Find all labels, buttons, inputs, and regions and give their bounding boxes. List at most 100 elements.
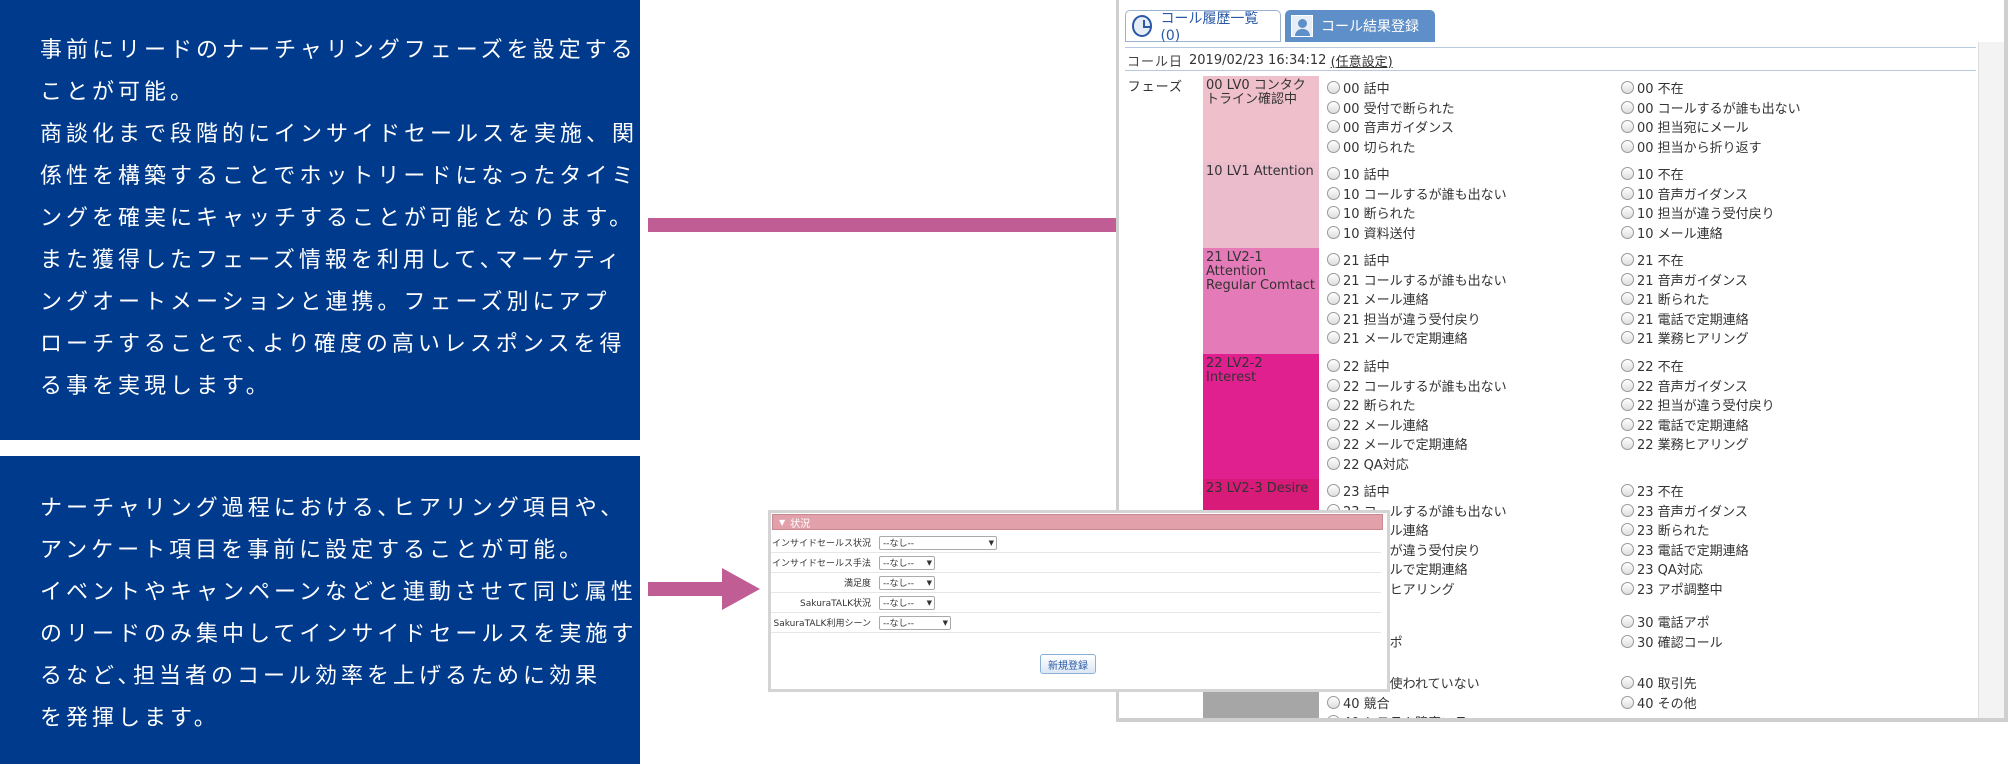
radio-button-icon[interactable] xyxy=(1621,398,1634,412)
radio-button-icon[interactable] xyxy=(1327,225,1340,239)
radio-button-icon[interactable] xyxy=(1621,186,1634,200)
phase-radio-option[interactable]: 00 切られた xyxy=(1327,137,1455,157)
phase-radio-option[interactable]: 21 電話で定期連絡 xyxy=(1621,309,1749,329)
phase-radio-option[interactable]: 10 音声ガイダンス xyxy=(1621,184,1775,204)
radio-button-icon[interactable] xyxy=(1621,100,1634,114)
radio-button-icon[interactable] xyxy=(1327,456,1340,470)
radio-button-icon[interactable] xyxy=(1621,484,1634,498)
phase-radio-option[interactable]: 00 担当宛にメール xyxy=(1621,117,1801,137)
phase-radio-option[interactable]: 21 断られた xyxy=(1621,289,1749,309)
phase-radio-option[interactable]: 22 音声ガイダンス xyxy=(1621,376,1775,396)
radio-button-icon[interactable] xyxy=(1621,523,1634,537)
phase-radio-option[interactable]: 22 担当が違う受付戻り xyxy=(1621,395,1775,415)
radio-button-icon[interactable] xyxy=(1327,253,1340,267)
phase-radio-option[interactable]: 00 話中 xyxy=(1327,78,1455,98)
phase-radio-option[interactable]: 23 アポ調整中 xyxy=(1621,579,1749,599)
radio-button-icon[interactable] xyxy=(1621,120,1634,134)
phase-radio-option[interactable]: 23 音声ガイダンス xyxy=(1621,501,1749,521)
scrollbar[interactable] xyxy=(1978,42,2004,718)
radio-button-icon[interactable] xyxy=(1327,100,1340,114)
phase-radio-option[interactable]: 22 電話で定期連絡 xyxy=(1621,415,1775,435)
radio-button-icon[interactable] xyxy=(1621,676,1634,690)
phase-radio-option[interactable]: 22 コールするが誰も出ない xyxy=(1327,376,1507,396)
phase-radio-option[interactable]: 21 メールで定期連絡 xyxy=(1327,328,1507,348)
radio-button-icon[interactable] xyxy=(1621,292,1634,306)
radio-button-icon[interactable] xyxy=(1621,139,1634,153)
radio-button-icon[interactable] xyxy=(1327,81,1340,95)
radio-button-icon[interactable] xyxy=(1621,253,1634,267)
phase-radio-option[interactable]: 40 取引先 xyxy=(1621,673,1697,693)
phase-radio-option[interactable]: 40 システム障害エラー xyxy=(1327,712,1480,718)
phase-radio-option[interactable]: 00 コールするが誰も出ない xyxy=(1621,98,1801,118)
radio-button-icon[interactable] xyxy=(1621,542,1634,556)
radio-button-icon[interactable] xyxy=(1621,562,1634,576)
phase-radio-option[interactable]: 22 断られた xyxy=(1327,395,1507,415)
radio-button-icon[interactable] xyxy=(1327,378,1340,392)
radio-button-icon[interactable] xyxy=(1327,398,1340,412)
phase-radio-option[interactable]: 00 音声ガイダンス xyxy=(1327,117,1455,137)
phase-radio-option[interactable]: 10 話中 xyxy=(1327,164,1507,184)
phase-radio-option[interactable]: 10 担当が違う受付戻り xyxy=(1621,203,1775,223)
tab-call-result-register[interactable]: コール結果登録 xyxy=(1285,10,1435,42)
phase-radio-option[interactable]: 10 コールするが誰も出ない xyxy=(1327,184,1507,204)
radio-button-icon[interactable] xyxy=(1327,484,1340,498)
status-form-header[interactable]: ▼ 状況 xyxy=(772,514,1383,530)
radio-button-icon[interactable] xyxy=(1327,311,1340,325)
phase-radio-option[interactable]: 23 話中 xyxy=(1327,481,1507,501)
phase-radio-option[interactable]: 22 メール連絡 xyxy=(1327,415,1507,435)
radio-button-icon[interactable] xyxy=(1327,437,1340,451)
phase-radio-option[interactable]: 21 不在 xyxy=(1621,250,1749,270)
phase-radio-option[interactable]: 00 不在 xyxy=(1621,78,1801,98)
radio-button-icon[interactable] xyxy=(1621,634,1634,648)
phase-radio-option[interactable]: 22 業務ヒアリング xyxy=(1621,434,1775,454)
radio-button-icon[interactable] xyxy=(1621,81,1634,95)
phase-radio-option[interactable]: 00 担当から折り返す xyxy=(1621,137,1801,157)
radio-button-icon[interactable] xyxy=(1327,695,1340,709)
phase-radio-option[interactable]: 21 コールするが誰も出ない xyxy=(1327,270,1507,290)
phase-radio-option[interactable]: 22 QA対応 xyxy=(1327,454,1507,474)
radio-button-icon[interactable] xyxy=(1621,331,1634,345)
phase-radio-option[interactable]: 10 メール連絡 xyxy=(1621,223,1775,243)
phase-radio-option[interactable]: 21 話中 xyxy=(1327,250,1507,270)
radio-button-icon[interactable] xyxy=(1327,417,1340,431)
radio-button-icon[interactable] xyxy=(1327,715,1340,718)
phase-radio-option[interactable]: 22 メールで定期連絡 xyxy=(1327,434,1507,454)
radio-button-icon[interactable] xyxy=(1621,581,1634,595)
phase-radio-option[interactable]: 21 音声ガイダンス xyxy=(1621,270,1749,290)
radio-button-icon[interactable] xyxy=(1327,331,1340,345)
radio-button-icon[interactable] xyxy=(1621,437,1634,451)
radio-button-icon[interactable] xyxy=(1327,206,1340,220)
radio-button-icon[interactable] xyxy=(1621,225,1634,239)
radio-button-icon[interactable] xyxy=(1621,311,1634,325)
radio-button-icon[interactable] xyxy=(1621,167,1634,181)
radio-button-icon[interactable] xyxy=(1621,272,1634,286)
select-sakuratalk-scene[interactable]: --なし-- ▼ xyxy=(879,615,951,630)
phase-radio-option[interactable]: 23 QA対応 xyxy=(1621,559,1749,579)
radio-button-icon[interactable] xyxy=(1621,615,1634,629)
radio-button-icon[interactable] xyxy=(1327,186,1340,200)
radio-button-icon[interactable] xyxy=(1621,359,1634,373)
phase-radio-option[interactable]: 22 不在 xyxy=(1621,356,1775,376)
phase-radio-option[interactable]: 30 確認コール xyxy=(1621,632,1723,652)
radio-button-icon[interactable] xyxy=(1327,120,1340,134)
phase-radio-option[interactable]: 10 不在 xyxy=(1621,164,1775,184)
phase-radio-option[interactable]: 21 メール連絡 xyxy=(1327,289,1507,309)
radio-button-icon[interactable] xyxy=(1327,292,1340,306)
phase-radio-option[interactable]: 00 受付で断られた xyxy=(1327,98,1455,118)
phase-radio-option[interactable]: 40 競合 xyxy=(1327,693,1480,713)
phase-radio-option[interactable]: 23 電話で定期連絡 xyxy=(1621,540,1749,560)
radio-button-icon[interactable] xyxy=(1327,139,1340,153)
phase-radio-option[interactable]: 30 電話アポ xyxy=(1621,612,1723,632)
phase-radio-option[interactable]: 23 断られた xyxy=(1621,520,1749,540)
tab-call-history[interactable]: コール履歴一覧(0) xyxy=(1125,10,1281,44)
select-inside-sales-status[interactable]: --なし-- ▼ xyxy=(879,535,997,550)
select-satisfaction[interactable]: --なし-- ▼ xyxy=(879,575,935,590)
radio-button-icon[interactable] xyxy=(1621,503,1634,517)
phase-radio-option[interactable]: 10 資料送付 xyxy=(1327,223,1507,243)
phase-radio-option[interactable]: 23 不在 xyxy=(1621,481,1749,501)
radio-button-icon[interactable] xyxy=(1327,167,1340,181)
phase-radio-option[interactable]: 22 話中 xyxy=(1327,356,1507,376)
phase-radio-option[interactable]: 10 断られた xyxy=(1327,203,1507,223)
phase-radio-option[interactable]: 21 担当が違う受付戻り xyxy=(1327,309,1507,329)
radio-button-icon[interactable] xyxy=(1621,417,1634,431)
